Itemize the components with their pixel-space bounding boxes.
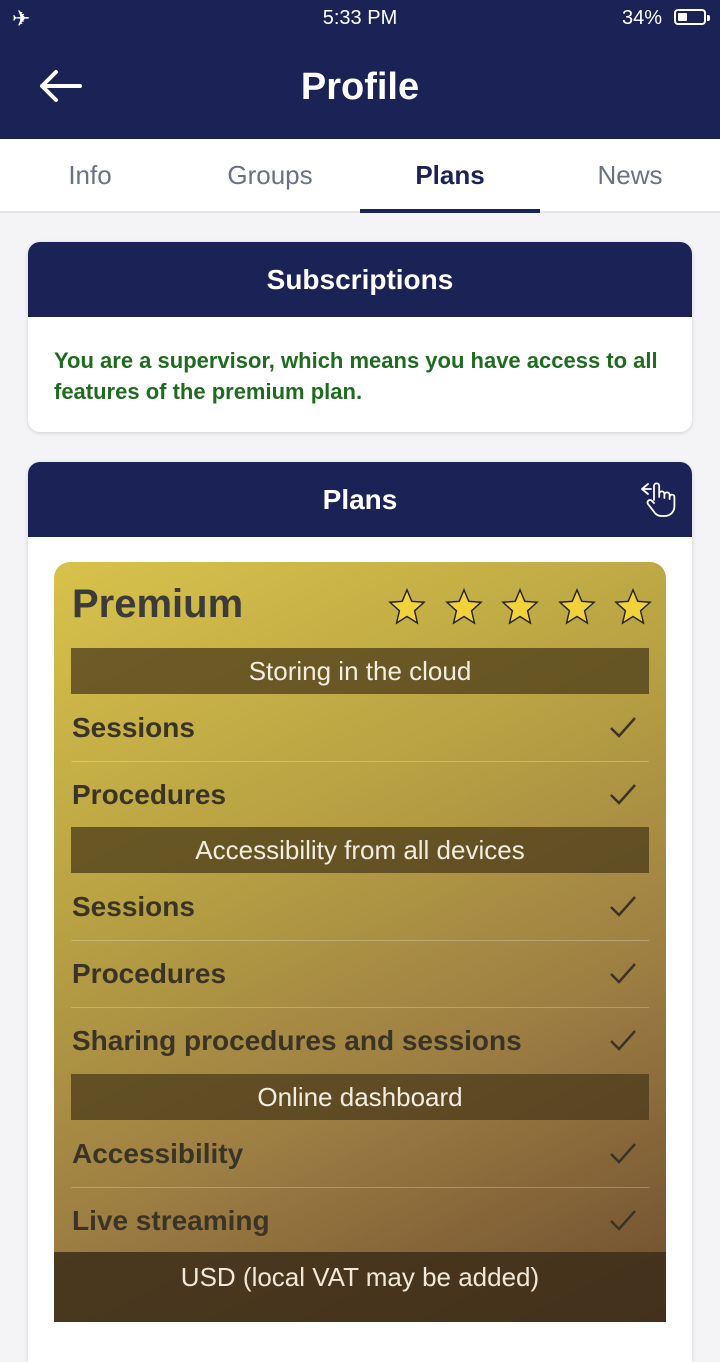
feature-label: Procedures (72, 958, 227, 989)
section-header: Accessibility from all devices (71, 827, 649, 873)
star-icon (557, 588, 596, 625)
checkmark-icon (610, 717, 636, 738)
checkmark-icon (610, 784, 636, 805)
tab-news[interactable]: News (540, 139, 720, 211)
tab-groups[interactable]: Groups (180, 139, 360, 211)
feature-row: Procedures (71, 941, 649, 1008)
checkmark-icon (610, 1030, 636, 1051)
feature-row: Accessibility (71, 1121, 649, 1188)
checkmark-icon (610, 896, 636, 917)
checkmark-icon (610, 963, 636, 984)
status-time: 5:33 PM (322, 7, 398, 29)
star-icon (614, 588, 652, 625)
plans-header: Plans (28, 462, 692, 537)
page-title: Profile (300, 66, 420, 108)
star-icon (501, 588, 539, 625)
app-header: ✈ 5:33 PM 34% Profile (0, 0, 720, 139)
checkmark-icon (610, 1143, 636, 1164)
feature-row: Sessions (71, 695, 649, 762)
premium-plan-panel[interactable]: Premium Storing in the cloud Sessions Pr… (54, 562, 666, 1322)
feature-row: Sharing procedures and sessions (71, 1008, 649, 1074)
subscriptions-title: Subscriptions (28, 242, 692, 317)
star-icon (444, 588, 483, 625)
section-header: Online dashboard (71, 1074, 649, 1120)
plan-name: Premium (72, 582, 244, 626)
feature-row: Procedures (71, 762, 649, 828)
section-header: Storing in the cloud (71, 648, 649, 694)
tab-bar: Info Groups Plans News (0, 139, 720, 213)
feature-row: Sessions (71, 874, 649, 941)
status-bar: ✈ 5:33 PM 34% (0, 0, 720, 36)
feature-label: Procedures (72, 779, 227, 810)
feature-label: Accessibility (72, 1138, 244, 1169)
checkmark-icon (610, 1210, 636, 1231)
tab-plans[interactable]: Plans (360, 139, 540, 213)
feature-label: Sharing procedures and sessions (72, 1025, 522, 1056)
subscriptions-card: Subscriptions You are a supervisor, whic… (28, 242, 692, 432)
swipe-hand-icon[interactable] (640, 480, 676, 518)
star-icon (388, 588, 427, 625)
price-bar: USD (local VAT may be added) (54, 1252, 666, 1322)
supervisor-message: You are a supervisor, which means you ha… (54, 348, 658, 404)
plans-card: Plans Premium Storing in the cloud Sessi… (28, 462, 692, 1362)
plans-title: Plans (322, 484, 398, 515)
tab-info[interactable]: Info (0, 139, 180, 211)
feature-label: Live streaming (72, 1205, 270, 1236)
battery-percentage: 34% (621, 7, 662, 29)
feature-label: Sessions (72, 891, 195, 922)
feature-row: Live streaming (71, 1188, 649, 1254)
battery-icon (674, 9, 710, 25)
plan-rating (374, 588, 652, 628)
feature-label: Sessions (72, 712, 195, 743)
